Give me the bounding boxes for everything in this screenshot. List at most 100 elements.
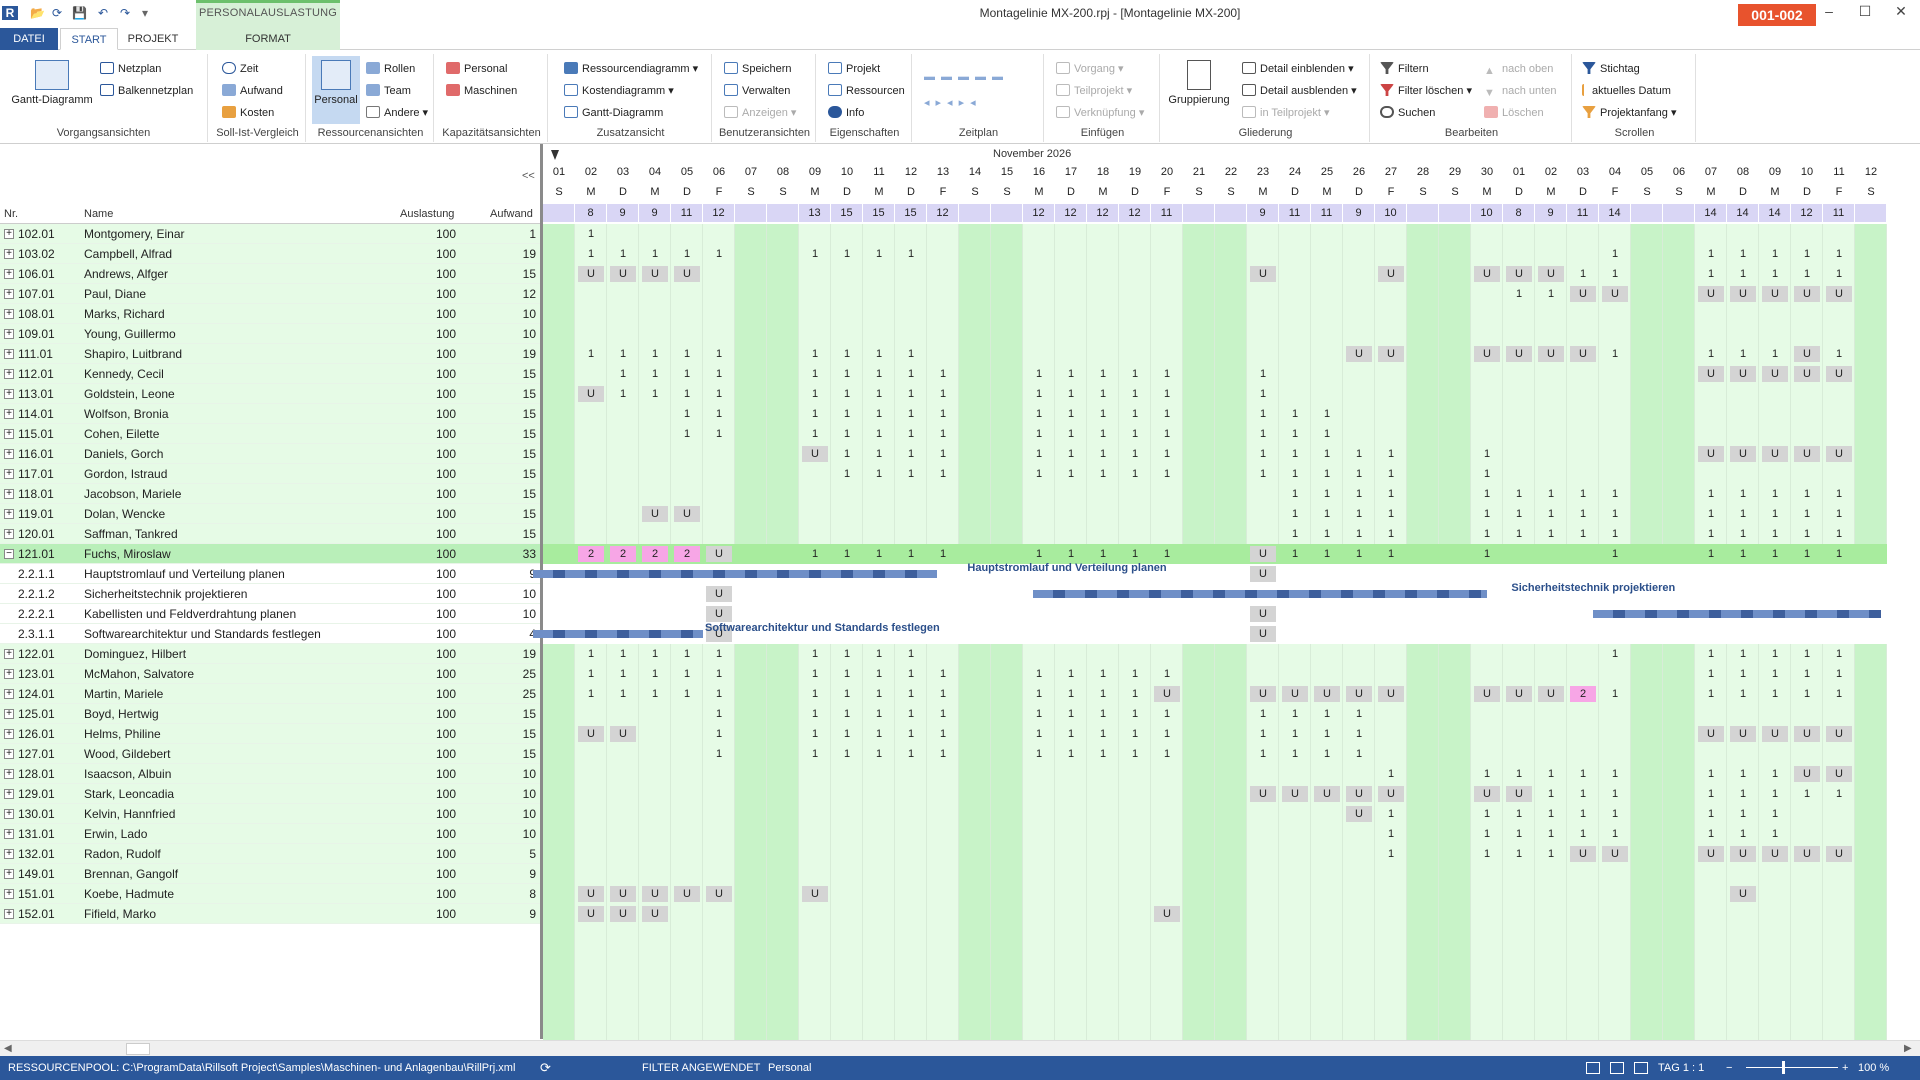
allocation-cell[interactable]: 1 — [1762, 526, 1788, 542]
allocation-cell[interactable]: 1 — [642, 646, 668, 662]
expand-toggle-icon[interactable]: + — [4, 729, 14, 739]
expand-toggle-icon[interactable]: + — [4, 529, 14, 539]
allocation-cell[interactable]: 1 — [1730, 666, 1756, 682]
col-auslastung[interactable]: Auslastung — [400, 208, 454, 220]
allocation-cell[interactable]: 1 — [1506, 286, 1532, 302]
allocation-cell[interactable]: 1 — [1474, 766, 1500, 782]
expand-toggle-icon[interactable]: + — [4, 489, 14, 499]
allocation-cell[interactable]: 1 — [610, 246, 636, 262]
allocation-cell[interactable]: 1 — [1090, 746, 1116, 762]
allocation-cell[interactable]: 1 — [610, 366, 636, 382]
allocation-cell[interactable]: 1 — [802, 746, 828, 762]
minimize-button[interactable]: – — [1814, 3, 1844, 23]
allocation-cell[interactable]: 1 — [898, 346, 924, 362]
customize-qat-icon[interactable]: ▾ — [138, 6, 152, 20]
allocation-cell[interactable]: 1 — [1826, 786, 1852, 802]
allocation-cell[interactable]: 1 — [866, 646, 892, 662]
allocation-cell[interactable]: 1 — [1090, 686, 1116, 702]
allocation-cell[interactable]: 1 — [1058, 726, 1084, 742]
task-row[interactable]: 2.3.1.1 Softwarearchitektur und Standards… — [0, 624, 1920, 644]
allocation-cell[interactable]: 1 — [930, 546, 956, 562]
allocation-cell[interactable]: 1 — [1730, 826, 1756, 842]
allocation-cell[interactable]: 1 — [1346, 446, 1372, 462]
allocation-cell[interactable]: 1 — [866, 666, 892, 682]
allocation-cell[interactable]: 1 — [1538, 826, 1564, 842]
allocation-cell[interactable]: 1 — [1698, 546, 1724, 562]
allocation-cell[interactable]: 1 — [1762, 506, 1788, 522]
allocation-cell[interactable]: 1 — [1602, 786, 1628, 802]
vacation-cell[interactable]: U — [1250, 566, 1276, 582]
allocation-cell[interactable]: 1 — [1826, 266, 1852, 282]
allocation-cell[interactable]: 1 — [1826, 526, 1852, 542]
vacation-cell[interactable]: U — [1730, 726, 1756, 742]
allocation-cell[interactable]: 1 — [642, 366, 668, 382]
allocation-cell[interactable]: 1 — [930, 446, 956, 462]
resource-row[interactable]: +118.01 Jacobson, Mariele 100 15 1 1 1 1 1 1 1 1 1 1 1… — [0, 484, 1920, 504]
allocation-cell[interactable]: 1 — [706, 346, 732, 362]
vacation-cell[interactable]: U — [674, 506, 700, 522]
allocation-cell[interactable]: 1 — [930, 746, 956, 762]
allocation-cell[interactable]: 1 — [1474, 466, 1500, 482]
vacation-cell[interactable]: U — [674, 886, 700, 902]
allocation-cell[interactable]: 1 — [1314, 466, 1340, 482]
allocation-cell[interactable]: 1 — [706, 686, 732, 702]
allocation-cell[interactable]: 1 — [1602, 826, 1628, 842]
allocation-cell[interactable]: 1 — [1570, 786, 1596, 802]
vacation-cell[interactable]: U — [1250, 626, 1276, 642]
allocation-cell[interactable]: 1 — [706, 726, 732, 742]
allocation-cell[interactable]: 1 — [1282, 726, 1308, 742]
allocation-cell[interactable]: 1 — [1122, 366, 1148, 382]
allocation-cell[interactable]: 1 — [1314, 506, 1340, 522]
allocation-cell[interactable]: 1 — [866, 426, 892, 442]
allocation-cell[interactable]: 1 — [706, 746, 732, 762]
expand-toggle-icon[interactable]: + — [4, 769, 14, 779]
allocation-cell[interactable]: 1 — [1154, 466, 1180, 482]
allocation-cell[interactable]: 1 — [1346, 526, 1372, 542]
vacation-cell[interactable]: U — [642, 906, 668, 922]
vacation-cell[interactable]: U — [1250, 606, 1276, 622]
allocation-cell[interactable]: 1 — [1730, 646, 1756, 662]
allocation-cell[interactable]: 1 — [1826, 346, 1852, 362]
allocation-cell[interactable]: 1 — [1154, 366, 1180, 382]
allocation-cell[interactable]: 1 — [834, 346, 860, 362]
allocation-cell[interactable]: 1 — [866, 386, 892, 402]
allocation-cell[interactable]: 1 — [1602, 806, 1628, 822]
allocation-cell[interactable]: 1 — [1090, 466, 1116, 482]
expand-toggle-icon[interactable]: + — [4, 469, 14, 479]
allocation-cell[interactable]: 1 — [1378, 486, 1404, 502]
allocation-cell[interactable]: 1 — [802, 646, 828, 662]
allocation-cell[interactable]: 1 — [1602, 526, 1628, 542]
allocation-cell[interactable]: 1 — [1282, 426, 1308, 442]
allocation-cell[interactable]: 1 — [866, 446, 892, 462]
allocation-cell[interactable]: 1 — [1378, 846, 1404, 862]
teilprojekt-button[interactable]: Teilprojekt ▾ — [1056, 82, 1132, 100]
kap-personal-button[interactable]: Personal — [446, 60, 507, 78]
vacation-cell[interactable]: U — [1474, 686, 1500, 702]
allocation-cell[interactable]: 1 — [898, 406, 924, 422]
zoom-slider[interactable] — [1746, 1067, 1838, 1068]
allocation-cell[interactable]: 1 — [1154, 546, 1180, 562]
allocation-cell[interactable]: 1 — [1314, 726, 1340, 742]
allocation-cell[interactable]: 1 — [1250, 446, 1276, 462]
allocation-cell[interactable]: 1 — [834, 386, 860, 402]
resource-row[interactable]: +116.01 Daniels, Gorch 100 15 U 1 1 1 1 1 1 1 1 1 1 1 1 1… — [0, 444, 1920, 464]
resource-row[interactable]: +132.01 Radon, Rudolf 100 5 1 1 1 1 U U U U U U U — [0, 844, 1920, 864]
allocation-cell[interactable]: 1 — [1506, 806, 1532, 822]
resource-row[interactable]: +108.01 Marks, Richard 100 10 — [0, 304, 1920, 324]
allocation-cell[interactable]: 1 — [1154, 426, 1180, 442]
allocation-cell[interactable]: 1 — [1250, 746, 1276, 762]
allocation-cell[interactable]: 1 — [1826, 506, 1852, 522]
allocation-cell[interactable]: 1 — [1090, 706, 1116, 722]
allocation-cell[interactable]: 1 — [1698, 786, 1724, 802]
allocation-cell[interactable]: 1 — [674, 426, 700, 442]
resource-row[interactable]: +117.01 Gordon, Istraud 100 15 1 1 1 1 1 1 1 1 1 1 1 1 1… — [0, 464, 1920, 484]
vacation-cell[interactable]: U — [1474, 346, 1500, 362]
vacation-cell[interactable]: U — [1506, 686, 1532, 702]
allocation-cell[interactable]: 1 — [1538, 766, 1564, 782]
resource-row[interactable]: +124.01 Martin, Mariele 100 25 1 1 1 1 1 1 1 1 1 1 1 1 1… — [0, 684, 1920, 704]
allocation-cell[interactable]: 1 — [1794, 666, 1820, 682]
allocation-cell[interactable]: 1 — [1250, 386, 1276, 402]
allocation-cell[interactable]: 1 — [1762, 646, 1788, 662]
allocation-cell[interactable]: 1 — [1282, 706, 1308, 722]
vorgang-button[interactable]: Vorgang ▾ — [1056, 60, 1124, 78]
